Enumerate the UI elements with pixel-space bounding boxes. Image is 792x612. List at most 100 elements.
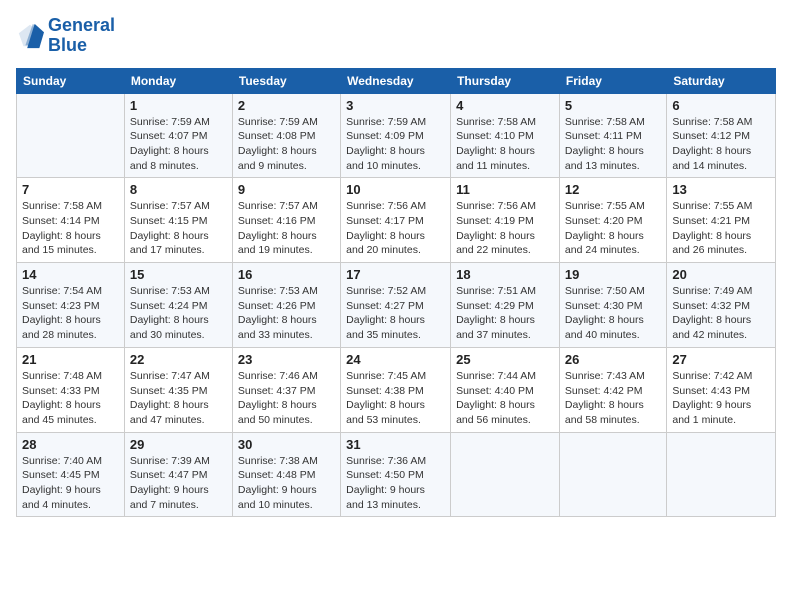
day-number: 11 (456, 182, 554, 197)
calendar-cell: 22 Sunrise: 7:47 AMSunset: 4:35 PMDayligh… (124, 347, 232, 432)
weekday-header-row: SundayMondayTuesdayWednesdayThursdayFrid… (17, 68, 776, 93)
day-number: 26 (565, 352, 661, 367)
week-row-5: 28Sunrise: 7:40 AMSunset: 4:45 PMDayligh… (17, 432, 776, 517)
logo-text: General Blue (48, 16, 115, 56)
page-header: General Blue (16, 16, 776, 56)
calendar-cell (559, 432, 666, 517)
calendar-cell: 18 Sunrise: 7:51 AMSunset: 4:29 PMDayligh… (451, 263, 560, 348)
day-info: Sunrise: 7:59 AMSunset: 4:07 PMDaylight:… (130, 115, 227, 174)
weekday-header-saturday: Saturday (667, 68, 776, 93)
calendar-cell: 17 Sunrise: 7:52 AMSunset: 4:27 PMDayligh… (341, 263, 451, 348)
day-info: Sunrise: 7:39 AMSunset: 4:47 PMDaylight:… (130, 454, 227, 513)
day-info: Sunrise: 7:52 AMSunset: 4:27 PMDaylight:… (346, 284, 445, 343)
weekday-header-monday: Monday (124, 68, 232, 93)
logo: General Blue (16, 16, 115, 56)
calendar-cell: 30 Sunrise: 7:38 AMSunset: 4:48 PMDayligh… (232, 432, 340, 517)
calendar-cell: 24 Sunrise: 7:45 AMSunset: 4:38 PMDayligh… (341, 347, 451, 432)
calendar-cell: 9Sunrise: 7:57 AMSunset: 4:16 PMDaylight… (232, 178, 340, 263)
day-info: Sunrise: 7:45 AMSunset: 4:38 PMDaylight:… (346, 369, 445, 428)
day-info: Sunrise: 7:53 AMSunset: 4:26 PMDaylight:… (238, 284, 335, 343)
day-number: 29 (130, 437, 227, 452)
day-number: 1 (130, 98, 227, 113)
calendar-cell: 6 Sunrise: 7:58 AMSunset: 4:12 PMDaylight… (667, 93, 776, 178)
day-number: 27 (672, 352, 770, 367)
calendar-cell: 13Sunrise: 7:55 AMSunset: 4:21 PMDayligh… (667, 178, 776, 263)
calendar-cell (667, 432, 776, 517)
calendar-cell (17, 93, 125, 178)
day-info: Sunrise: 7:44 AMSunset: 4:40 PMDaylight:… (456, 369, 554, 428)
calendar-cell: 1 Sunrise: 7:59 AMSunset: 4:07 PMDaylight… (124, 93, 232, 178)
day-info: Sunrise: 7:56 AMSunset: 4:19 PMDaylight:… (456, 199, 554, 258)
calendar-cell: 29 Sunrise: 7:39 AMSunset: 4:47 PMDayligh… (124, 432, 232, 517)
day-number: 13 (672, 182, 770, 197)
day-info: Sunrise: 7:57 AMSunset: 4:15 PMDaylight:… (130, 199, 227, 258)
calendar-cell: 16 Sunrise: 7:53 AMSunset: 4:26 PMDayligh… (232, 263, 340, 348)
calendar-cell: 2Sunrise: 7:59 AMSunset: 4:08 PMDaylight… (232, 93, 340, 178)
day-info: Sunrise: 7:58 AMSunset: 4:12 PMDaylight:… (672, 115, 770, 174)
day-info: Sunrise: 7:55 AMSunset: 4:20 PMDaylight:… (565, 199, 661, 258)
calendar-cell: 26 Sunrise: 7:43 AMSunset: 4:42 PMDayligh… (559, 347, 666, 432)
day-number: 19 (565, 267, 661, 282)
day-info: Sunrise: 7:49 AMSunset: 4:32 PMDaylight:… (672, 284, 770, 343)
calendar-cell: 12 Sunrise: 7:55 AMSunset: 4:20 PMDayligh… (559, 178, 666, 263)
calendar-table: SundayMondayTuesdayWednesdayThursdayFrid… (16, 68, 776, 518)
calendar-cell: 8 Sunrise: 7:57 AMSunset: 4:15 PMDaylight… (124, 178, 232, 263)
calendar-cell: 11 Sunrise: 7:56 AMSunset: 4:19 PMDayligh… (451, 178, 560, 263)
day-info: Sunrise: 7:57 AMSunset: 4:16 PMDaylight:… (238, 199, 335, 258)
day-number: 25 (456, 352, 554, 367)
day-info: Sunrise: 7:56 AMSunset: 4:17 PMDaylight:… (346, 199, 445, 258)
day-info: Sunrise: 7:58 AMSunset: 4:10 PMDaylight:… (456, 115, 554, 174)
day-info: Sunrise: 7:43 AMSunset: 4:42 PMDaylight:… (565, 369, 661, 428)
day-number: 23 (238, 352, 335, 367)
day-number: 31 (346, 437, 445, 452)
day-number: 6 (672, 98, 770, 113)
weekday-header-wednesday: Wednesday (341, 68, 451, 93)
day-number: 17 (346, 267, 445, 282)
calendar-cell: 23 Sunrise: 7:46 AMSunset: 4:37 PMDayligh… (232, 347, 340, 432)
day-number: 14 (22, 267, 119, 282)
day-number: 10 (346, 182, 445, 197)
week-row-3: 14 Sunrise: 7:54 AMSunset: 4:23 PMDayligh… (17, 263, 776, 348)
weekday-header-sunday: Sunday (17, 68, 125, 93)
day-info: Sunrise: 7:38 AMSunset: 4:48 PMDaylight:… (238, 454, 335, 513)
day-number: 12 (565, 182, 661, 197)
day-info: Sunrise: 7:47 AMSunset: 4:35 PMDaylight:… (130, 369, 227, 428)
calendar-cell: 3 Sunrise: 7:59 AMSunset: 4:09 PMDaylight… (341, 93, 451, 178)
calendar-cell: 27Sunrise: 7:42 AMSunset: 4:43 PMDayligh… (667, 347, 776, 432)
day-info: Sunrise: 7:53 AMSunset: 4:24 PMDaylight:… (130, 284, 227, 343)
day-number: 16 (238, 267, 335, 282)
day-info: Sunrise: 7:58 AMSunset: 4:11 PMDaylight:… (565, 115, 661, 174)
day-info: Sunrise: 7:46 AMSunset: 4:37 PMDaylight:… (238, 369, 335, 428)
calendar-cell: 15 Sunrise: 7:53 AMSunset: 4:24 PMDayligh… (124, 263, 232, 348)
weekday-header-thursday: Thursday (451, 68, 560, 93)
calendar-cell: 25 Sunrise: 7:44 AMSunset: 4:40 PMDayligh… (451, 347, 560, 432)
day-number: 24 (346, 352, 445, 367)
day-number: 22 (130, 352, 227, 367)
day-number: 4 (456, 98, 554, 113)
calendar-cell: 28Sunrise: 7:40 AMSunset: 4:45 PMDayligh… (17, 432, 125, 517)
day-info: Sunrise: 7:59 AMSunset: 4:09 PMDaylight:… (346, 115, 445, 174)
calendar-cell: 31Sunrise: 7:36 AMSunset: 4:50 PMDayligh… (341, 432, 451, 517)
day-number: 20 (672, 267, 770, 282)
day-number: 8 (130, 182, 227, 197)
day-number: 30 (238, 437, 335, 452)
day-number: 15 (130, 267, 227, 282)
day-number: 21 (22, 352, 119, 367)
week-row-4: 21 Sunrise: 7:48 AMSunset: 4:33 PMDayligh… (17, 347, 776, 432)
logo-icon (16, 22, 44, 50)
day-info: Sunrise: 7:50 AMSunset: 4:30 PMDaylight:… (565, 284, 661, 343)
day-info: Sunrise: 7:51 AMSunset: 4:29 PMDaylight:… (456, 284, 554, 343)
day-number: 7 (22, 182, 119, 197)
day-info: Sunrise: 7:59 AMSunset: 4:08 PMDaylight:… (238, 115, 335, 174)
calendar-cell: 7 Sunrise: 7:58 AMSunset: 4:14 PMDaylight… (17, 178, 125, 263)
calendar-cell (451, 432, 560, 517)
day-info: Sunrise: 7:54 AMSunset: 4:23 PMDaylight:… (22, 284, 119, 343)
week-row-2: 7 Sunrise: 7:58 AMSunset: 4:14 PMDaylight… (17, 178, 776, 263)
day-number: 3 (346, 98, 445, 113)
calendar-cell: 20 Sunrise: 7:49 AMSunset: 4:32 PMDayligh… (667, 263, 776, 348)
week-row-1: 1 Sunrise: 7:59 AMSunset: 4:07 PMDaylight… (17, 93, 776, 178)
day-info: Sunrise: 7:58 AMSunset: 4:14 PMDaylight:… (22, 199, 119, 258)
calendar-cell: 4 Sunrise: 7:58 AMSunset: 4:10 PMDaylight… (451, 93, 560, 178)
day-number: 18 (456, 267, 554, 282)
day-info: Sunrise: 7:48 AMSunset: 4:33 PMDaylight:… (22, 369, 119, 428)
